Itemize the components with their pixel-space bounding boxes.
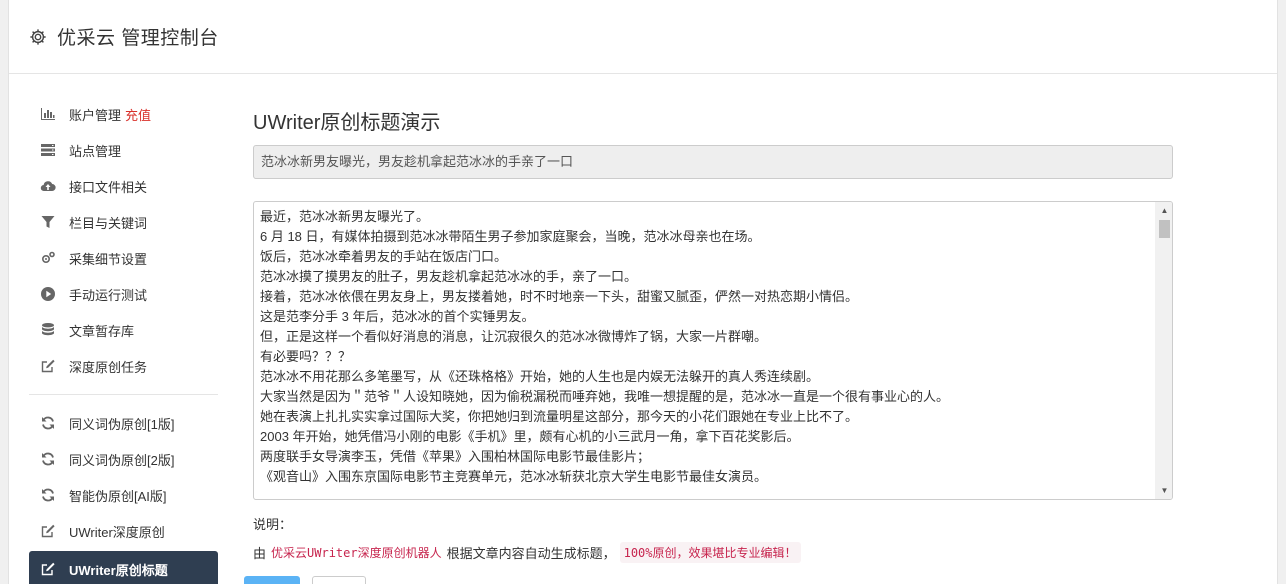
textarea-scrollbar[interactable]: ▲ ▼ [1155, 202, 1172, 499]
scroll-up-arrow-icon[interactable]: ▲ [1156, 202, 1172, 219]
edit-icon [40, 358, 56, 374]
article-text[interactable]: 最近，范冰冰新男友曝光了。 6 月 18 日，有媒体拍摄到范冰冰带陌生男子参加家庭… [254, 202, 1172, 487]
sidebar-item-label: UWriter原创标题 [69, 562, 168, 578]
gear-icon [29, 28, 47, 46]
refresh-icon [40, 415, 56, 431]
sidebar-item-manual-run[interactable]: 手动运行测试 [29, 276, 218, 312]
note-line: 由 优采云UWriter深度原创机器人 根据文章内容自动生成标题， 100%原创… [253, 542, 1173, 563]
note-prefix: 由 [253, 546, 267, 561]
gears-icon [40, 250, 56, 266]
bar-chart-icon [40, 106, 56, 122]
note-label: 说明： [253, 517, 293, 532]
action-buttons [244, 576, 366, 584]
sidebar-item-synonym-v2[interactable]: 同义词伪原创[2版] [29, 441, 218, 477]
sidebar-item-label: 账户管理 [69, 107, 122, 123]
sidebar-item-label: 智能伪原创[AI版] [69, 488, 167, 504]
sidebar-item-label: 同义词伪原创[2版] [69, 452, 175, 468]
console-frame: 优采云 管理控制台 账户管理 充值 站点管理 接口文件相关 栏目与关键词 采集细… [8, 0, 1278, 584]
article-textarea[interactable]: 最近，范冰冰新男友曝光了。 6 月 18 日，有媒体拍摄到范冰冰带陌生男子参加家庭… [253, 201, 1173, 500]
sidebar-item-sites[interactable]: 站点管理 [29, 132, 218, 168]
sidebar-item-columns-keywords[interactable]: 栏目与关键词 [29, 204, 218, 240]
edit-icon [40, 561, 56, 577]
sidebar-item-interface-files[interactable]: 接口文件相关 [29, 168, 218, 204]
refresh-icon [40, 487, 56, 503]
recharge-link[interactable]: 充值 [125, 105, 151, 124]
cloud-upload-icon [40, 178, 56, 194]
article-line: 最近，范冰冰新男友曝光了。 [260, 209, 430, 224]
main-content: UWriter原创标题演示 范冰冰新男友曝光，男友趁机拿起范冰冰的手亲了一口 最… [253, 100, 1173, 563]
play-circle-icon [40, 286, 56, 302]
sidebar-item-uwriter-original-title[interactable]: UWriter原创标题 [29, 551, 218, 584]
sidebar-item-label: 采集细节设置 [69, 251, 148, 267]
note-middle: 根据文章内容自动生成标题， [446, 546, 616, 561]
sidebar-item-article-storage[interactable]: 文章暂存库 [29, 312, 218, 348]
app-title: 优采云 管理控制台 [57, 28, 219, 49]
database-icon [40, 322, 56, 338]
article-line: 范冰冰不用花那么多笔墨写，从《还珠格格》开始，她的人生也是内娱无法躲开的真人秀连… [260, 369, 820, 384]
scroll-down-arrow-icon[interactable]: ▼ [1156, 482, 1172, 499]
article-line: 范冰冰摸了摸男友的肚子，男友趁机拿起范冰冰的手，亲了一口。 [260, 269, 638, 284]
primary-button[interactable] [244, 576, 300, 584]
article-line: 饭后，范冰冰牵着男友的手站在饭店门口。 [260, 249, 508, 264]
sidebar-item-label: UWriter深度原创 [69, 524, 165, 540]
article-line: 这是范李分手 3 年后，范冰冰的首个实锤男友。 [260, 309, 535, 324]
top-bar: 优采云 管理控制台 [9, 0, 1277, 74]
sidebar-item-collect-settings[interactable]: 采集细节设置 [29, 240, 218, 276]
sidebar-item-label: 手动运行测试 [69, 287, 148, 303]
sidebar-item-label: 接口文件相关 [69, 179, 148, 195]
article-line: 大家当然是因为＂范爷＂人设知晓她，因为偷税漏税而唾弃她，我唯一想提醒的是，范冰冰… [260, 389, 950, 404]
article-line: 有必要吗？？？ [260, 349, 352, 364]
original-highlight: 100%原创，效果堪比专业编辑！ [619, 542, 801, 563]
sidebar-item-deep-original-task[interactable]: 深度原创任务 [29, 348, 218, 384]
refresh-icon [40, 451, 56, 467]
sidebar-divider [29, 394, 218, 395]
page-title: UWriter原创标题演示 [253, 112, 441, 134]
article-line: 她在表演上扎扎实实拿过国际大奖，你把她归到流量明星这部分，那今天的小花们跟她在专… [260, 409, 859, 424]
sidebar-item-ai-pseudo-original[interactable]: 智能伪原创[AI版] [29, 477, 218, 513]
sidebar-item-account[interactable]: 账户管理 充值 [29, 96, 218, 132]
sidebar-item-uwriter-deep-original[interactable]: UWriter深度原创 [29, 513, 218, 549]
scroll-thumb[interactable] [1159, 220, 1170, 238]
filter-icon [40, 214, 56, 230]
sidebar-item-synonym-v1[interactable]: 同义词伪原创[1版] [29, 405, 218, 441]
sidebar: 账户管理 充值 站点管理 接口文件相关 栏目与关键词 采集细节设置 手动运行测试… [29, 96, 218, 584]
sidebar-item-label: 文章暂存库 [69, 323, 135, 339]
article-line: 两度联手女导演李玉，凭借《苹果》入围柏林国际电影节最佳影片； [260, 449, 651, 464]
robot-name: 优采云UWriter深度原创机器人 [271, 546, 442, 560]
edit-icon [40, 523, 56, 539]
generated-title-field[interactable]: 范冰冰新男友曝光，男友趁机拿起范冰冰的手亲了一口 [253, 145, 1173, 179]
article-line: 《观音山》入围东京国际电影节主竞赛单元，范冰冰斩获北京大学生电影节最佳女演员。 [260, 469, 768, 484]
article-line: 2003 年开始，她凭借冯小刚的电影《手机》里，颇有心机的小三武月一角，拿下百花… [260, 429, 800, 444]
sidebar-item-label: 深度原创任务 [69, 359, 148, 375]
secondary-button[interactable] [312, 576, 366, 584]
article-line: 接着，范冰冰依偎在男友身上，男友搂着她，时不时地亲一下头，甜蜜又腻歪，俨然一对热… [260, 289, 859, 304]
sidebar-item-label: 栏目与关键词 [69, 215, 148, 231]
server-icon [40, 142, 56, 158]
article-line: 但，正是这样一个看似好消息的消息，让沉寂很久的范冰冰微博炸了锅，大家一片群嘲。 [260, 329, 768, 344]
sidebar-item-label: 同义词伪原创[1版] [69, 416, 175, 432]
article-line: 6 月 18 日，有媒体拍摄到范冰冰带陌生男子参加家庭聚会，当晚，范冰冰母亲也在… [260, 229, 761, 244]
sidebar-item-label: 站点管理 [69, 143, 122, 159]
